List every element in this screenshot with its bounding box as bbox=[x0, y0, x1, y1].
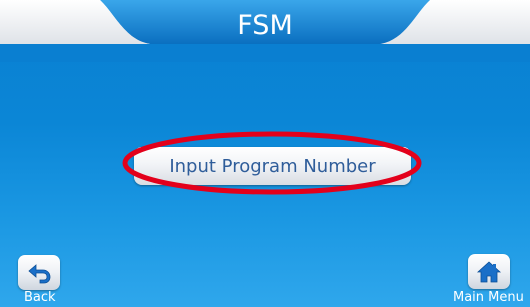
home-icon bbox=[476, 260, 502, 282]
back-label: Back bbox=[24, 290, 56, 305]
input-program-number-button[interactable]: Input Program Number bbox=[134, 147, 411, 185]
main-menu-label: Main Menu bbox=[453, 290, 524, 305]
back-button[interactable] bbox=[18, 255, 60, 290]
input-program-number-label: Input Program Number bbox=[169, 155, 376, 177]
back-arrow-icon bbox=[28, 263, 51, 283]
fsm-screen: FSM Input Program Number Back Main Menu bbox=[0, 0, 530, 307]
main-menu-button[interactable] bbox=[468, 254, 510, 289]
page-title: FSM bbox=[237, 10, 293, 41]
